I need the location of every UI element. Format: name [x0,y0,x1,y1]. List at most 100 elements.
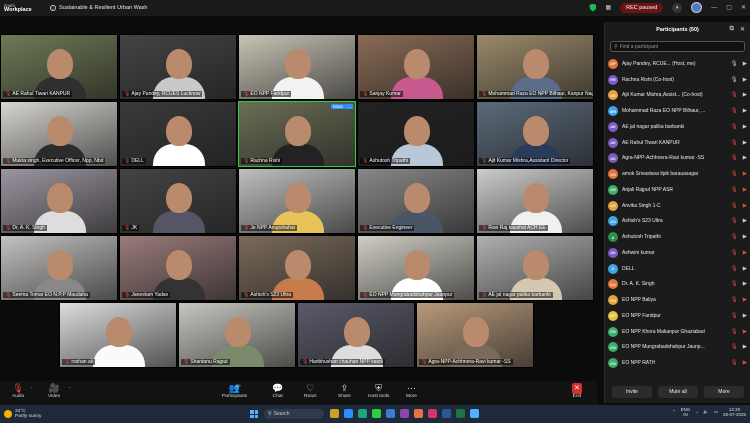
user-avatar[interactable] [691,2,703,13]
video-tile[interactable]: 🎙 JK [119,168,237,234]
video-tile[interactable]: 🎙 Mohammad Raza EO NPP Bilhaur, Kanpur Na… [476,34,594,100]
minimize-icon[interactable]: — [711,5,717,11]
participant-row[interactable]: D DELL 🎙 ▶ [605,261,750,277]
camera-on-icon[interactable]: ▶ [743,155,747,161]
video-tile[interactable]: 🎙 Agra-NPP-Achhnera-Ravi kumar -SS [416,302,534,368]
video-tile[interactable]: 🎙 EO NPP Faridpur [238,34,356,100]
battery-icon[interactable]: ▭ [714,409,718,415]
clock[interactable]: 12:20 28-07-2025 [723,407,746,417]
participants-button[interactable]: 👥 50 Participants [222,383,247,399]
camera-on-icon[interactable]: ▶ [743,124,747,130]
video-tile[interactable]: 🎙 DELL [119,101,237,167]
video-tile[interactable]: 🎙 Dr. A. K. Singh [0,168,118,234]
mic-off-icon[interactable]: 🎙 [731,344,738,350]
chrome-icon[interactable] [414,409,423,418]
taskbar-search[interactable]: ⚲ Search [264,409,324,419]
mic-off-icon[interactable]: 🎙 [731,234,738,240]
share-button[interactable]: ⇪ Share [338,383,351,399]
security-shield-icon[interactable] [589,3,597,12]
mic-off-icon[interactable]: 🎙 [731,92,738,98]
camera-off-icon[interactable]: ▶ [743,360,747,366]
rec-paused-badge[interactable]: REC paused [620,2,664,13]
chevron-up-icon[interactable]: ⌃ [672,409,676,415]
camera-off-icon[interactable]: ▶ [743,203,747,209]
audio-caret-icon[interactable]: ⌃ [30,386,33,391]
mic-off-icon[interactable]: 🎙 [731,140,738,146]
video-tile[interactable]: 🎙 Ajay Pandey, RCUES Lucknow [119,34,237,100]
participant-row[interactable]: EN EO NPP RATH 🎙 ▶ [605,355,750,371]
react-button[interactable]: ♡ React [304,383,317,399]
mic-off-icon[interactable]: 🎙 [731,108,738,114]
mute-all-button[interactable]: Mute all [658,386,698,398]
tile-more-button[interactable]: ... [345,104,353,109]
more-button[interactable]: ⋯ More [406,383,417,399]
camera-on-icon[interactable]: ▶ [743,234,747,240]
mic-off-icon[interactable]: 🎙 [731,360,738,366]
mic-off-icon[interactable]: 🎙 [731,203,738,209]
camera-off-icon[interactable]: ▶ [743,171,747,177]
participant-row[interactable]: AS Ashish's S23 Ultra 🎙 ▶ [605,214,750,230]
video-tile[interactable]: 🎙 Shantanu Rajput [178,302,296,368]
host-tools-button[interactable]: ⛨ Host tools [368,383,389,399]
video-tile[interactable]: 🎙 Haribhushan chauhan NPP kasdi [297,302,415,368]
mic-off-icon[interactable]: 🎙 [731,250,738,256]
edge-icon[interactable] [358,409,367,418]
participant-row[interactable]: AS amok Srivastava lipik barauasagar 🎙 ▶ [605,166,750,182]
participant-row[interactable]: AP Ajay Pandey, RCUE... (Host, me) 🎙 ▶ [605,56,750,72]
camera-on-icon[interactable]: ▶ [743,77,747,83]
camera-off-icon[interactable]: ▶ [743,187,747,193]
video-caret-icon[interactable]: ⌃ [68,386,71,391]
video-tile[interactable]: 🎙 roshan ali [59,302,177,368]
app-icon[interactable] [428,409,437,418]
participant-row[interactable]: DA Dr. A. K. Singh 🎙 ▶ [605,277,750,293]
video-tile[interactable]: 🎙 EO NPP Mungrabadshahpur Jaunpur [357,235,475,301]
mic-off-icon[interactable]: 🎙 [731,297,738,303]
camera-on-icon[interactable]: ▶ [743,281,747,287]
participant-row[interactable]: EN EO NPP Mungrabadshahpur Jaunp... 🎙 ▶ [605,340,750,356]
mic-off-icon[interactable]: 🎙 [731,171,738,177]
mic-off-icon[interactable]: 🎙 [731,313,738,319]
maximize-icon[interactable]: ▢ [726,4,732,11]
view-icon[interactable]: ▦ [605,4,611,11]
participant-row[interactable]: EN EO NPP Baliya 🎙 ▶ [605,292,750,308]
video-tile[interactable]: 🎙 Seema Tomar EO N.P.P Maudaha [0,235,118,301]
chat-button[interactable]: 💬 Chat [272,383,283,399]
wifi-icon[interactable]: ◔ [695,410,698,415]
word-icon[interactable] [442,409,451,418]
mic-on-icon[interactable]: 🎙 [731,61,738,67]
excel-icon[interactable] [456,409,465,418]
volume-icon[interactable]: 🔈 [703,409,709,415]
panel-more-button[interactable]: More [704,386,744,398]
video-tile[interactable]: 🎙 Ravi Raj kaushal ACH EE [476,168,594,234]
camera-on-icon[interactable]: ▶ [743,61,747,67]
mic-off-icon[interactable]: 🎙 [731,266,738,272]
video-tile[interactable]: 🎙 Je NPP Anupshahar [238,168,356,234]
mic-off-icon[interactable]: 🎙 [731,155,738,161]
video-tile[interactable]: 🎙 AE jal nagar palika barbanki [476,235,594,301]
invite-button[interactable]: Invite [612,386,652,398]
video-tile[interactable]: 🎙 AE Rahul Tiwari KANPUR [0,34,118,100]
participant-row[interactable]: EN EO NPP Khora Makanpur Ghaziabad 🎙 ▶ [605,324,750,340]
camera-off-icon[interactable]: ▶ [743,329,747,335]
participant-row[interactable]: RR Rachna Rishi (Co-host) 🎙 ▶ [605,72,750,88]
windows-start-icon[interactable] [250,410,258,418]
video-tile[interactable]: 🎙 Executive Engineer [357,168,475,234]
audio-button[interactable]: 🎙 Audio [12,383,24,399]
video-tile[interactable]: 🎙 Mukta singh, Executive Officer, Npp, Nb… [0,101,118,167]
file-explorer-icon[interactable] [330,409,339,418]
participant-row[interactable]: AK Ajit Kumar Mishra,Assist... (Co-host) 🎙… [605,88,750,104]
record-resume-button[interactable]: ⏵ [672,2,683,13]
mic-off-icon[interactable]: 🎙 [731,329,738,335]
mic-off-icon[interactable]: 🎙 [731,187,738,193]
teams-icon[interactable] [400,409,409,418]
participant-row[interactable]: AE AE jal nagar palika barbanki 🎙 ▶ [605,119,750,135]
camera-on-icon[interactable]: ▶ [743,344,747,350]
store-icon[interactable] [386,409,395,418]
participant-row[interactable]: AK Agra-NPP-Achhnera-Ravi kumar -SS 🎙 ▶ [605,151,750,167]
mic-off-icon[interactable]: 🎙 [731,281,738,287]
meeting-title[interactable]: i Sustainable & Resilient Urban Wash [50,5,147,11]
video-tile[interactable]: 🎙 Ashish's S23 Ultra [238,235,356,301]
camera-off-icon[interactable]: ▶ [743,297,747,303]
mic-on-icon[interactable]: 🎙 [731,77,738,83]
camera-on-icon[interactable]: ▶ [743,313,747,319]
